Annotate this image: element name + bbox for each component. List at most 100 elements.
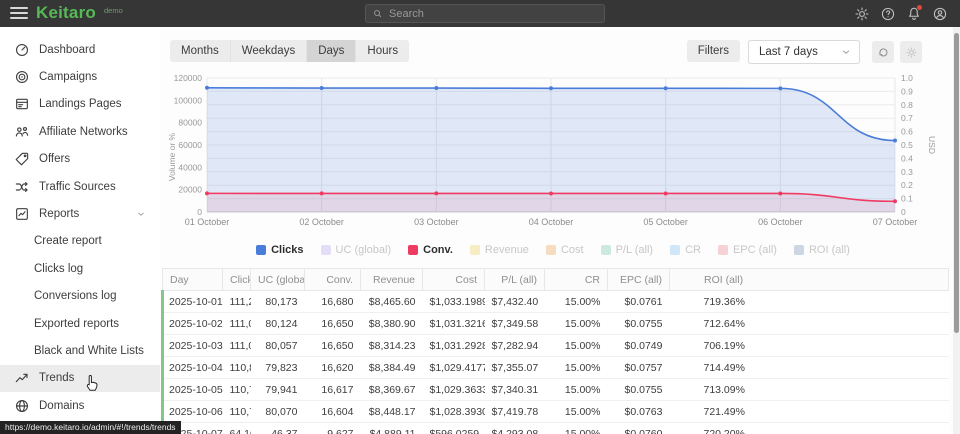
svg-text:0.3: 0.3 bbox=[901, 167, 913, 177]
table-row[interactable]: 2025-10-05110,7979,94116,617$8,369.67$1,… bbox=[163, 379, 949, 401]
legend-item-p-l-all[interactable]: P/L (all) bbox=[601, 244, 654, 256]
settings-gear-icon[interactable] bbox=[853, 5, 870, 22]
sidebar-item-conversions-log[interactable]: Conversions log bbox=[0, 283, 160, 310]
svg-text:100000: 100000 bbox=[174, 95, 203, 105]
tab-hours[interactable]: Hours bbox=[356, 40, 409, 62]
cell-revenue: $8,369.67 bbox=[361, 379, 423, 401]
cell-epc-all: $0.0760 bbox=[608, 423, 670, 434]
svg-text:0.2: 0.2 bbox=[901, 180, 913, 190]
table-row[interactable]: 2025-10-02111,0080,12416,650$8,380.90$1,… bbox=[163, 313, 949, 335]
legend-label: EPC (all) bbox=[733, 244, 777, 256]
dashboard-icon bbox=[14, 42, 30, 58]
svg-text:Volume or %: Volume or % bbox=[167, 132, 177, 181]
cell-uc-global: 80,173 bbox=[251, 291, 305, 313]
table-row[interactable]: 2025-10-01111,2180,17316,680$8,465.60$1,… bbox=[163, 291, 949, 313]
column-header-conv[interactable]: Conv. bbox=[305, 269, 361, 291]
landings-icon bbox=[14, 96, 30, 112]
keitaro-logo: Keitaro bbox=[36, 3, 96, 23]
cell-clicks: 111,21 bbox=[223, 291, 251, 313]
tab-weekdays[interactable]: Weekdays bbox=[231, 40, 307, 62]
cell-cr: 15.00% bbox=[545, 313, 608, 335]
legend-item-revenue[interactable]: Revenue bbox=[470, 244, 529, 256]
column-header-clicks[interactable]: Clicks bbox=[223, 269, 251, 291]
cell-roi-all: 713.09% bbox=[670, 379, 949, 401]
cell-p-l-all: $7,349.58 bbox=[485, 313, 545, 335]
sidebar-item-clicks-log[interactable]: Clicks log bbox=[0, 255, 160, 282]
table-row[interactable]: 2025-10-06110,7080,07016,604$8,448.17$1,… bbox=[163, 401, 949, 423]
period-select[interactable]: Last 7 days bbox=[748, 40, 860, 64]
legend-swatch bbox=[256, 245, 266, 255]
sidebar-item-create-report[interactable]: Create report bbox=[0, 228, 160, 255]
sidebar-item-affiliate-networks[interactable]: Affiliate Networks bbox=[0, 118, 160, 145]
svg-text:07 October: 07 October bbox=[873, 217, 918, 227]
cell-clicks: 111,00 bbox=[223, 313, 251, 335]
column-header-cost[interactable]: Cost bbox=[423, 269, 485, 291]
table-row[interactable]: 2025-10-04110,8079,82316,620$8,384.49$1,… bbox=[163, 357, 949, 379]
notifications-bell-icon[interactable] bbox=[905, 5, 922, 22]
legend-item-epc-all[interactable]: EPC (all) bbox=[718, 244, 777, 256]
cell-roi-all: 721.49% bbox=[670, 401, 949, 423]
legend-item-roi-all[interactable]: ROI (all) bbox=[794, 244, 850, 256]
legend-label: Cost bbox=[561, 244, 584, 256]
legend-label: Conv. bbox=[423, 244, 453, 256]
legend-item-cr[interactable]: CR bbox=[670, 244, 701, 256]
column-header-revenue[interactable]: Revenue bbox=[361, 269, 423, 291]
cell-roi-all: 712.64% bbox=[670, 313, 949, 335]
refresh-icon bbox=[877, 46, 890, 59]
hamburger-menu-icon[interactable] bbox=[10, 7, 28, 20]
search-icon bbox=[372, 8, 383, 19]
legend-item-cost[interactable]: Cost bbox=[546, 244, 584, 256]
sidebar-item-campaigns[interactable]: Campaigns bbox=[0, 63, 160, 90]
column-header-uc-global[interactable]: UC (global) bbox=[251, 269, 305, 291]
column-header-p-l-all[interactable]: P/L (all) bbox=[485, 269, 545, 291]
legend-label: Clicks bbox=[271, 244, 303, 256]
cell-uc-global: 80,057 bbox=[251, 335, 305, 357]
sidebar-item-reports[interactable]: Reports bbox=[0, 200, 160, 227]
cell-day: 2025-10-03 bbox=[163, 335, 223, 357]
sidebar-item-label: Reports bbox=[39, 208, 79, 220]
svg-text:0.1: 0.1 bbox=[901, 194, 913, 204]
sidebar-item-label: Offers bbox=[39, 153, 70, 165]
refresh-button[interactable] bbox=[872, 41, 894, 63]
chart-settings-button[interactable] bbox=[900, 41, 922, 63]
legend-item-conv[interactable]: Conv. bbox=[408, 244, 453, 256]
column-header-day[interactable]: Day bbox=[163, 269, 223, 291]
legend-item-clicks[interactable]: Clicks bbox=[256, 244, 303, 256]
cell-p-l-all: $7,355.07 bbox=[485, 357, 545, 379]
column-header-cr[interactable]: CR bbox=[545, 269, 608, 291]
cell-epc-all: $0.0757 bbox=[608, 357, 670, 379]
account-icon[interactable] bbox=[931, 5, 948, 22]
scrollbar-thumb[interactable] bbox=[954, 33, 959, 333]
table-row[interactable]: 2025-10-0764,1646,379,627$4,889.11$596.0… bbox=[163, 423, 949, 434]
column-header-epc-all[interactable]: EPC (all) bbox=[608, 269, 670, 291]
sidebar-item-dashboard[interactable]: Dashboard bbox=[0, 36, 160, 63]
sidebar: Dashboard CampaignsLandings PagesAffiliat… bbox=[0, 27, 160, 434]
sidebar-item-black-and-white-lists[interactable]: Black and White Lists bbox=[0, 337, 160, 364]
svg-text:USD: USD bbox=[927, 136, 937, 154]
cell-conv: 9,627 bbox=[305, 423, 361, 434]
table-row[interactable]: 2025-10-03111,0080,05716,650$8,314.23$1,… bbox=[163, 335, 949, 357]
sidebar-item-exported-reports[interactable]: Exported reports bbox=[0, 310, 160, 337]
svg-text:60000: 60000 bbox=[178, 140, 202, 150]
sidebar-item-traffic-sources[interactable]: Traffic Sources bbox=[0, 173, 160, 200]
sidebar-item-label: Domains bbox=[39, 400, 84, 412]
sidebar-item-offers[interactable]: Offers bbox=[0, 146, 160, 173]
search-input[interactable] bbox=[389, 8, 579, 20]
legend-item-uc-global[interactable]: UC (global) bbox=[321, 244, 392, 256]
sidebar-item-landings-pages[interactable]: Landings Pages bbox=[0, 91, 160, 118]
cell-day: 2025-10-02 bbox=[163, 313, 223, 335]
help-icon[interactable] bbox=[879, 5, 896, 22]
sidebar-item-trends[interactable]: Trends bbox=[0, 365, 160, 392]
sidebar-item-domains[interactable]: Domains bbox=[0, 392, 160, 419]
cell-cost: $1,033.1989 bbox=[423, 291, 485, 313]
sidebar-item-label: Dashboard bbox=[39, 44, 95, 56]
filters-button[interactable]: Filters bbox=[687, 40, 740, 62]
domains-icon bbox=[14, 398, 30, 414]
global-search[interactable] bbox=[365, 4, 605, 23]
column-header-roi-all[interactable]: ROI (all) bbox=[670, 269, 949, 291]
cell-uc-global: 80,070 bbox=[251, 401, 305, 423]
legend-swatch bbox=[408, 245, 418, 255]
trends-table: DayClicksUC (global)Conv.RevenueCostP/L … bbox=[161, 268, 949, 434]
tab-days[interactable]: Days bbox=[307, 40, 356, 62]
tab-months[interactable]: Months bbox=[170, 40, 231, 62]
